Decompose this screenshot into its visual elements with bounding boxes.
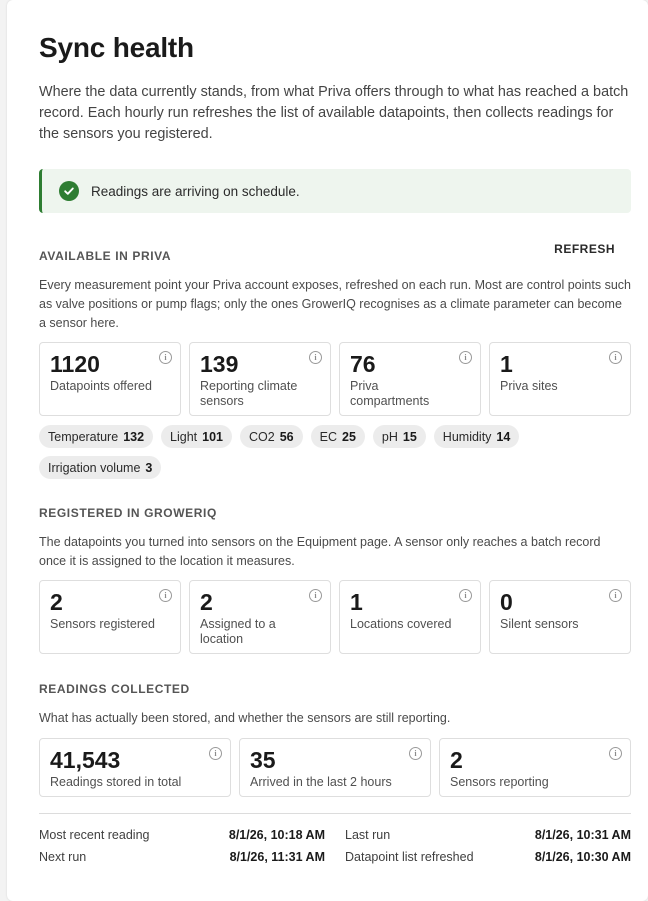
stat-label: Datapoints offered [50,379,152,393]
datapoint-refreshed-label: Datapoint list refreshed [345,850,474,864]
registered-section-title: REGISTERED IN GROWERIQ [39,506,217,520]
stat-value: 1 [350,589,363,615]
info-icon[interactable]: i [459,589,472,602]
stat-label: Sensors registered [50,617,155,631]
last-run-value: 8/1/26, 10:31 AM [534,828,631,842]
chip-light: Light 101 [161,425,233,448]
stat-value: 1 [500,351,513,377]
info-icon[interactable]: i [409,747,422,760]
stat-tile-datapoints-offered: 1120 Datapoints offered i [39,342,181,416]
stat-tile-locations-covered: 1 Locations covered i [339,580,481,654]
info-icon[interactable]: i [609,747,622,760]
readings-section-title: READINGS COLLECTED [39,682,190,696]
stat-tile-assigned-location: 2 Assigned to a location i [189,580,331,654]
stat-label: Sensors reporting [450,775,549,789]
check-circle-icon [59,181,79,201]
divider [39,813,631,814]
chip-ec: EC 25 [310,425,365,448]
stat-tile-sites: 1 Priva sites i [489,342,631,416]
stat-label: Readings stored in total [50,775,182,789]
info-icon[interactable]: i [309,589,322,602]
readings-description: What has actually been stored, and wheth… [39,711,451,725]
status-message: Readings are arriving on schedule. [91,183,300,199]
available-description: Every measurement point your Priva accou… [39,278,631,330]
stat-value: 2 [200,589,213,615]
next-run-label: Next run [39,850,87,864]
most-recent-reading-value: 8/1/26, 10:18 AM [228,828,325,842]
stat-value: 0 [500,589,513,615]
refresh-button[interactable]: REFRESH [554,242,615,256]
stat-value: 2 [450,747,463,773]
info-icon[interactable]: i [309,351,322,364]
info-icon[interactable]: i [609,589,622,602]
info-icon[interactable]: i [159,589,172,602]
stat-value: 2 [50,589,63,615]
chip-irrigation-volume: Irrigation volume 3 [39,456,162,479]
chip-humidity: Humidity 14 [433,425,520,448]
stat-value: 76 [350,351,376,377]
registered-description: The datapoints you turned into sensors o… [39,535,601,568]
stat-tile-compartments: 76 Priva compartments i [339,342,481,416]
most-recent-reading-label: Most recent reading [39,828,150,842]
datapoint-refreshed-value: 8/1/26, 10:30 AM [534,850,631,864]
stat-tile-sensors-registered: 2 Sensors registered i [39,580,181,654]
stat-tile-arrived-last-2-hours: 35 Arrived in the last 2 hours i [239,738,431,797]
info-icon[interactable]: i [459,351,472,364]
stat-tile-sensors-reporting: 2 Sensors reporting i [439,738,631,797]
stat-tile-silent-sensors: 0 Silent sensors i [489,580,631,654]
chip-co2: CO2 56 [240,425,303,448]
stat-label: Arrived in the last 2 hours [250,775,392,789]
stat-label: Priva compartments [350,379,430,408]
available-tiles: 1120 Datapoints offered i 139 Reporting … [39,342,631,416]
stat-tile-reporting-sensors: 139 Reporting climate sensors i [189,342,331,416]
readings-tiles: 41,543 Readings stored in total i 35 Arr… [39,738,631,797]
next-run-value: 8/1/26, 11:31 AM [229,850,325,864]
registered-tiles: 2 Sensors registered i 2 Assigned to a l… [39,580,631,654]
stat-label: Priva sites [500,379,558,393]
last-run-label: Last run [345,828,391,842]
page-intro: Where the data currently stands, from wh… [39,84,629,142]
stat-value: 139 [200,351,239,377]
chip-ph: pH 15 [372,425,426,448]
stat-tile-readings-stored: 41,543 Readings stored in total i [39,738,231,797]
info-icon[interactable]: i [609,351,622,364]
available-section-title: AVAILABLE IN PRIVA [39,249,172,263]
chip-temperature: Temperature 132 [39,425,154,448]
stat-label: Silent sensors [500,617,579,631]
stat-label: Locations covered [350,617,452,631]
status-alert: Readings are arriving on schedule. [39,169,631,213]
stat-value: 41,543 [50,747,121,773]
stat-label: Assigned to a location [200,617,276,646]
info-icon[interactable]: i [159,351,172,364]
sync-health-card: Sync health Where the data currently sta… [7,0,648,901]
info-icon[interactable]: i [209,747,222,760]
stat-label: Reporting climate sensors [200,379,298,408]
parameter-chips: Temperature 132 Light 101 CO2 56 EC 25 pH 15 … [39,425,631,479]
stat-value: 35 [250,747,276,773]
page-title: Sync health [39,32,194,63]
stat-value: 1120 [50,351,100,377]
